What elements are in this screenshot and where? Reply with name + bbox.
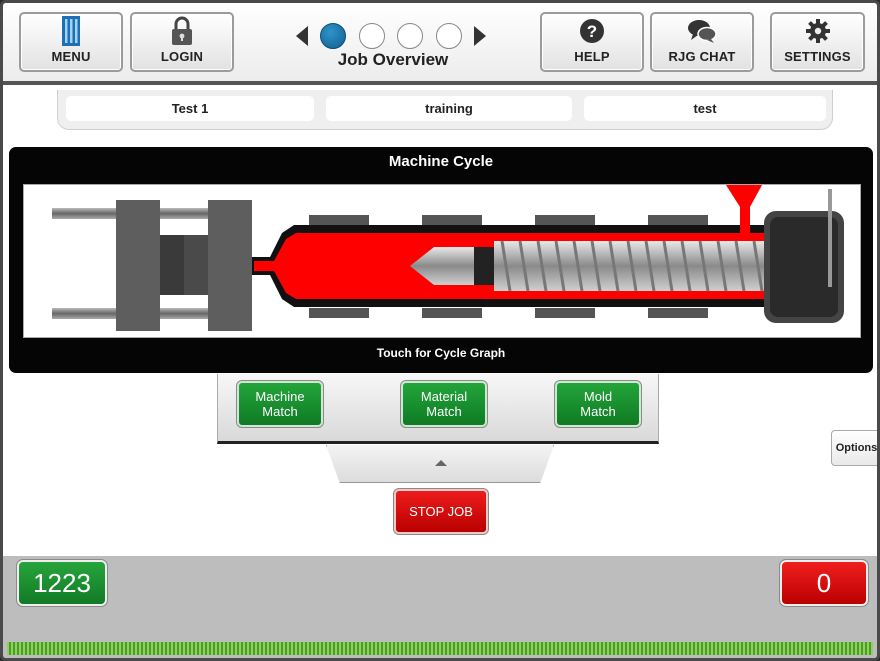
job-tabs: Test 1 training test <box>57 90 833 130</box>
job-tab-1[interactable]: Test 1 <box>66 96 314 121</box>
cycle-progress-strip <box>7 642 873 655</box>
app-frame: MENU LOGIN Job Overview ? HELP RJG CHAT … <box>0 0 880 661</box>
page-dot-1[interactable] <box>320 23 347 49</box>
next-page-arrow-icon[interactable] <box>473 26 486 46</box>
injection-machine-illustration <box>52 185 844 331</box>
good-parts-counter[interactable]: 1223 <box>16 559 108 607</box>
settings-button[interactable]: SETTINGS <box>770 12 865 72</box>
settings-label: SETTINGS <box>784 49 851 64</box>
bad-parts-counter[interactable]: 0 <box>779 559 869 607</box>
chat-label: RJG CHAT <box>668 49 736 64</box>
expand-panel-tab[interactable] <box>326 445 554 483</box>
machine-match-button[interactable]: Machine Match <box>236 380 324 428</box>
chevron-up-icon <box>435 460 447 466</box>
menu-label: MENU <box>51 49 91 64</box>
menu-button[interactable]: MENU <box>19 12 123 72</box>
lock-icon <box>170 16 194 46</box>
login-label: LOGIN <box>160 49 204 64</box>
bottom-status-bar: 1223 0 <box>3 556 877 658</box>
cycle-graph-hint: Touch for Cycle Graph <box>376 346 506 360</box>
match-panel: Machine Match Material Match Mold Match <box>217 374 659 444</box>
job-tab-2[interactable]: training <box>326 96 572 121</box>
help-button[interactable]: ? HELP <box>540 12 644 72</box>
help-label: HELP <box>574 49 610 64</box>
rjg-chat-button[interactable]: RJG CHAT <box>650 12 754 72</box>
top-bar: MENU LOGIN Job Overview ? HELP RJG CHAT … <box>3 3 877 85</box>
gear-icon <box>805 16 831 46</box>
machine-cycle-title: Machine Cycle <box>388 153 494 170</box>
chat-bubble-icon <box>687 16 717 46</box>
stop-job-button[interactable]: STOP JOB <box>393 488 489 535</box>
previous-page-arrow-icon[interactable] <box>296 26 308 46</box>
page-dot-4[interactable] <box>435 23 462 49</box>
job-tab-3[interactable]: test <box>584 96 826 121</box>
rjg-logo-icon <box>60 16 82 46</box>
page-dot-3[interactable] <box>397 23 424 49</box>
mold-match-button[interactable]: Mold Match <box>554 380 642 428</box>
machine-cycle-panel[interactable]: Machine Cycle Touch for Cycle Graph <box>9 147 873 373</box>
machine-cycle-diagram[interactable] <box>23 184 861 338</box>
login-button[interactable]: LOGIN <box>130 12 234 72</box>
options-tab[interactable]: Options <box>831 430 877 466</box>
help-icon: ? <box>579 16 605 46</box>
page-indicator <box>296 21 486 51</box>
page-dot-2[interactable] <box>358 23 385 49</box>
page-title: Job Overview <box>337 50 449 69</box>
svg-text:?: ? <box>587 22 598 41</box>
material-match-button[interactable]: Material Match <box>400 380 488 428</box>
